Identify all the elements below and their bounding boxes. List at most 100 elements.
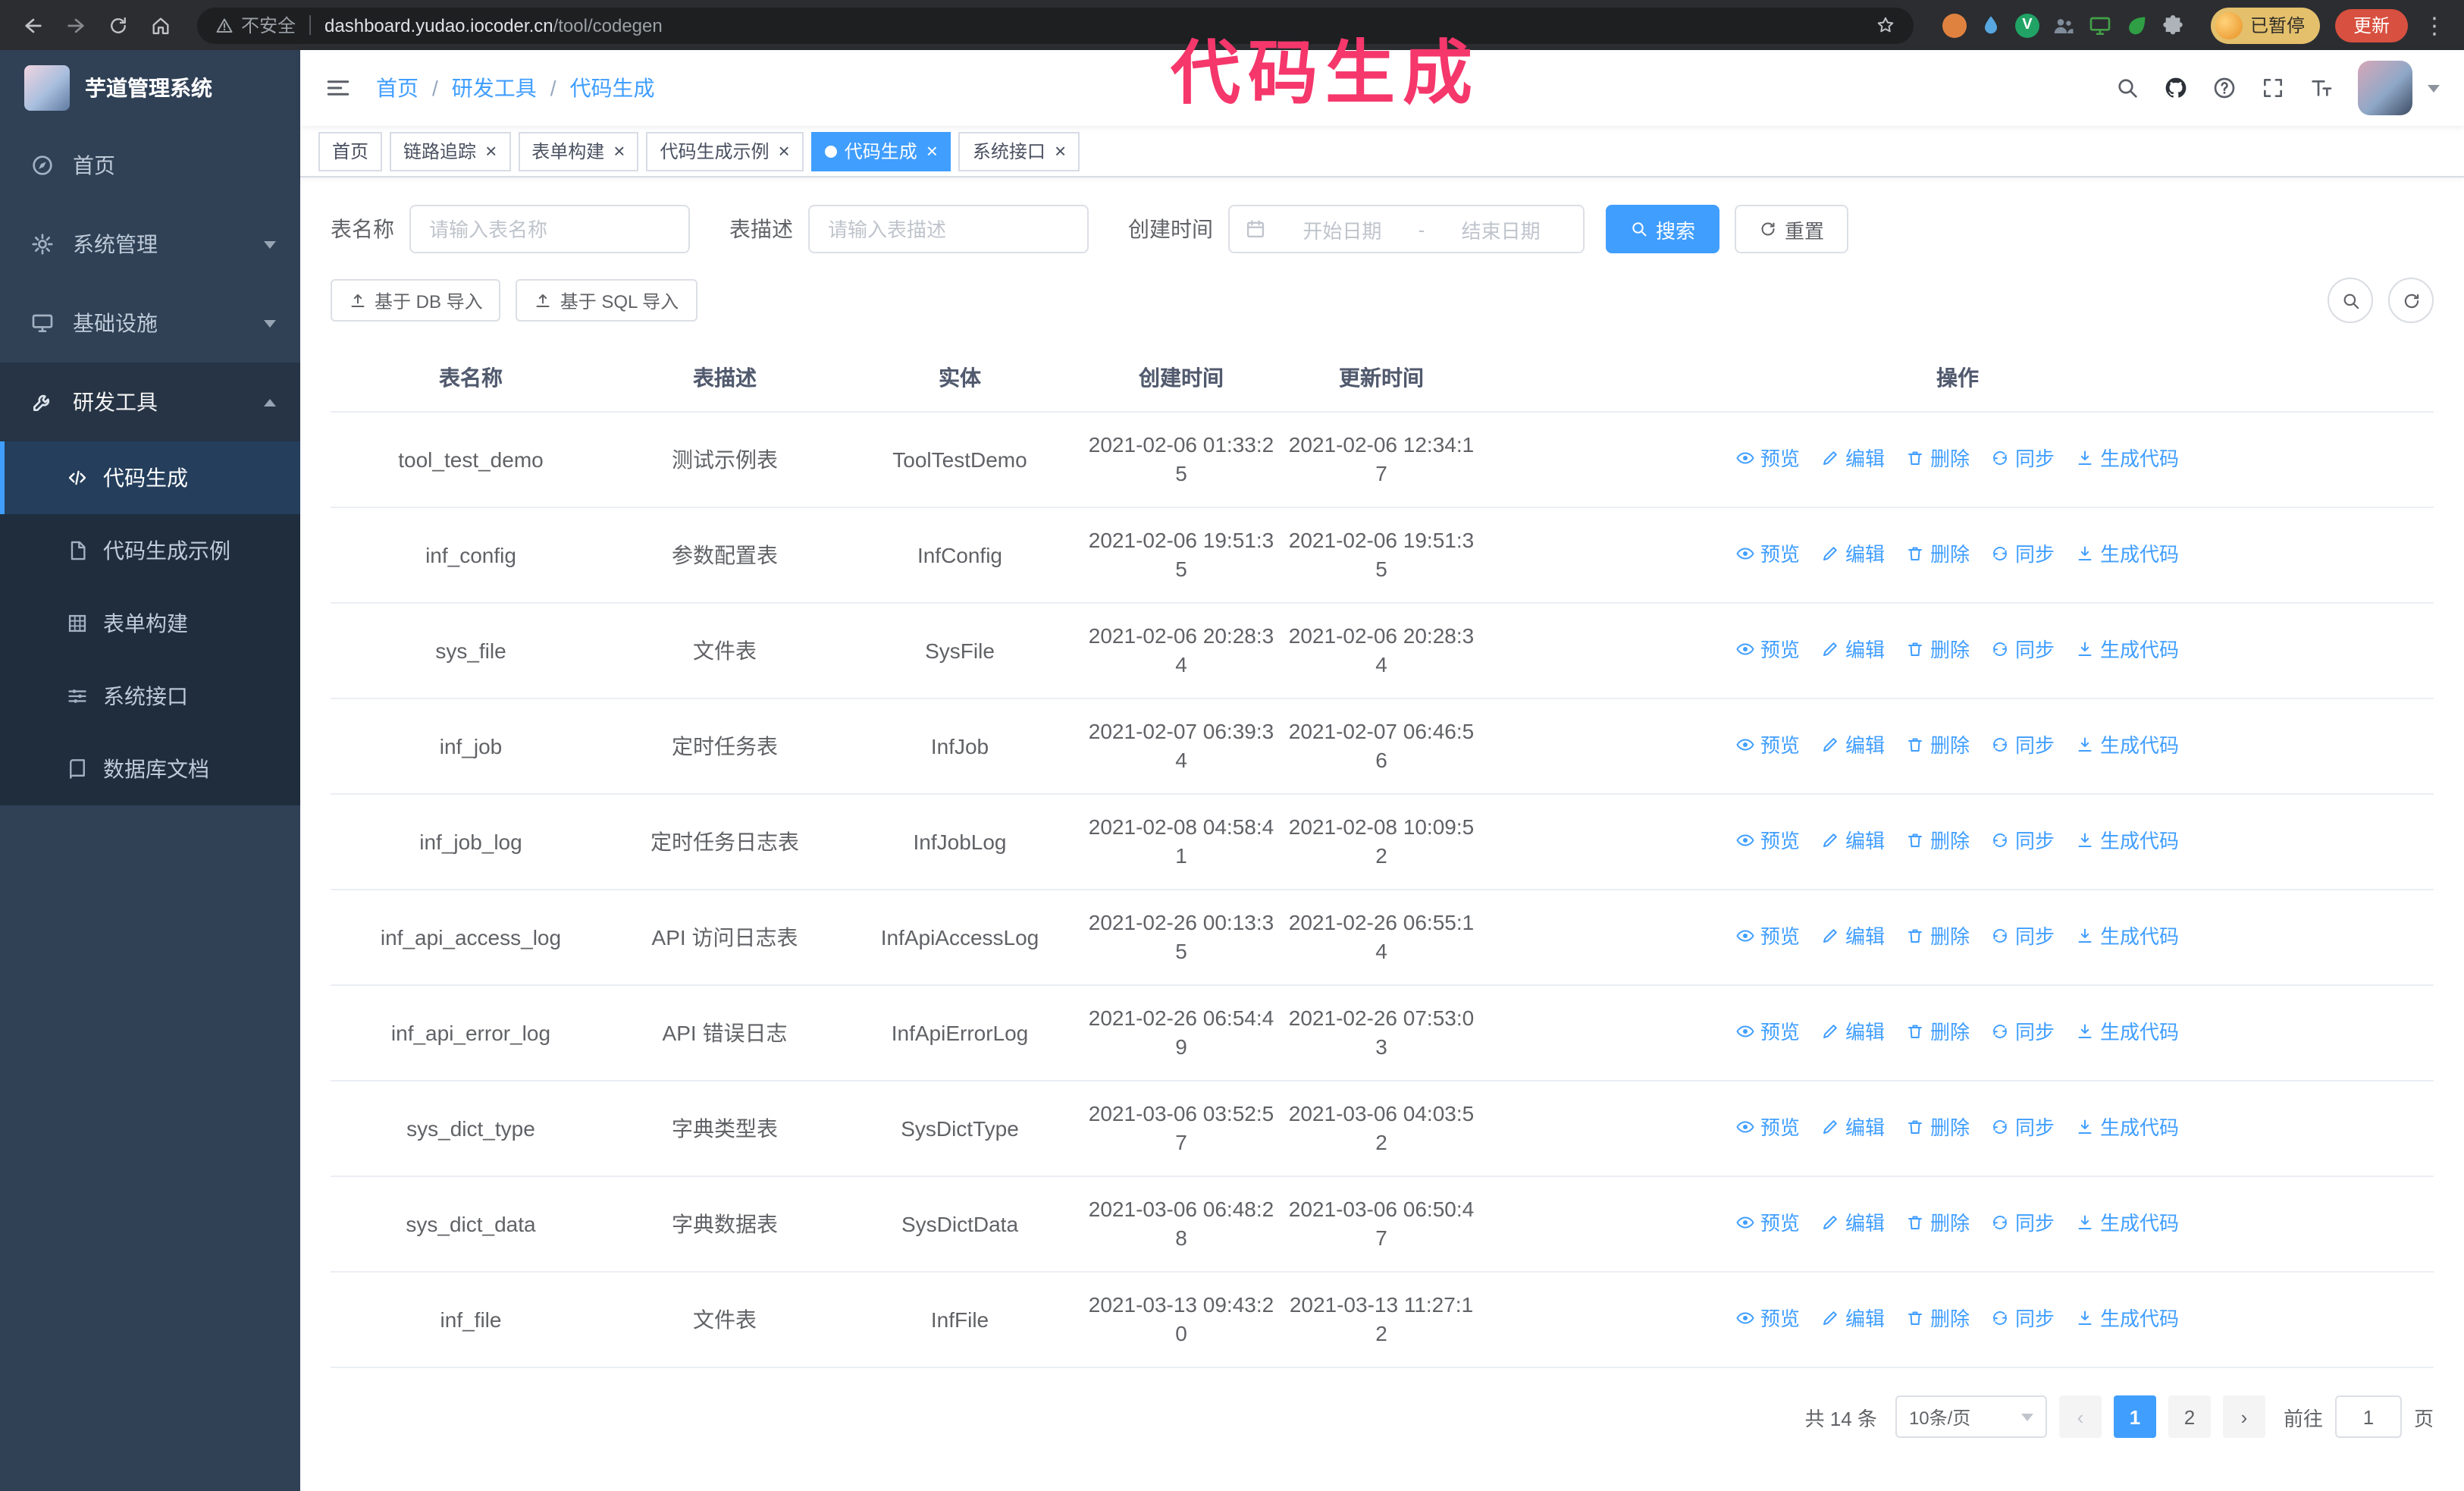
sidebar-item-codegen[interactable]: 代码生成 — [0, 441, 300, 514]
row-action-delete[interactable]: 删除 — [1906, 444, 1970, 473]
tab-form-builder[interactable]: 表单构建 × — [518, 131, 639, 171]
row-action-sync[interactable]: 同步 — [1991, 827, 2055, 855]
extension-leaf-icon[interactable] — [2120, 8, 2153, 42]
extension-drop-icon[interactable] — [1974, 8, 2008, 42]
row-action-delete[interactable]: 删除 — [1906, 1018, 1970, 1047]
row-action-generate[interactable]: 生成代码 — [2076, 922, 2179, 951]
browser-update-button[interactable]: 更新 — [2334, 8, 2408, 42]
row-action-preview[interactable]: 预览 — [1736, 540, 1800, 569]
profile-paused-chip[interactable]: 已暂停 — [2210, 7, 2320, 43]
row-action-delete[interactable]: 删除 — [1906, 1113, 1970, 1142]
tab-close-icon[interactable]: × — [779, 141, 790, 161]
row-action-generate[interactable]: 生成代码 — [2076, 1113, 2179, 1142]
breadcrumb-item[interactable]: 代码生成 — [570, 73, 655, 103]
browser-forward-button[interactable] — [58, 7, 94, 43]
row-action-edit[interactable]: 编辑 — [1821, 827, 1885, 855]
create-time-range-picker[interactable]: 开始日期 - 结束日期 — [1228, 205, 1585, 253]
row-action-preview[interactable]: 预览 — [1736, 1304, 1800, 1333]
row-action-generate[interactable]: 生成代码 — [2076, 827, 2179, 855]
page-size-select[interactable]: 10条/页 — [1895, 1395, 2047, 1438]
row-action-generate[interactable]: 生成代码 — [2076, 444, 2179, 473]
fullscreen-icon[interactable] — [2261, 76, 2285, 100]
row-action-delete[interactable]: 删除 — [1906, 636, 1970, 664]
sidebar-item-form-builder[interactable]: 表单构建 — [0, 587, 300, 660]
row-action-sync[interactable]: 同步 — [1991, 444, 2055, 473]
table-name-input[interactable] — [409, 205, 690, 253]
row-action-delete[interactable]: 删除 — [1906, 731, 1970, 760]
sidebar-item-home[interactable]: 首页 — [0, 126, 300, 205]
row-action-delete[interactable]: 删除 — [1906, 540, 1970, 569]
row-action-preview[interactable]: 预览 — [1736, 827, 1800, 855]
row-action-sync[interactable]: 同步 — [1991, 1209, 2055, 1238]
next-page-button[interactable]: › — [2222, 1395, 2265, 1438]
sidebar-item-devtools[interactable]: 研发工具 — [0, 363, 300, 441]
refresh-table-button[interactable] — [2388, 278, 2434, 323]
goto-page-input[interactable] — [2334, 1395, 2402, 1438]
tab-close-icon[interactable]: × — [485, 141, 497, 161]
row-action-sync[interactable]: 同步 — [1991, 1018, 2055, 1047]
row-action-edit[interactable]: 编辑 — [1821, 1209, 1885, 1238]
sidebar-item-api[interactable]: 系统接口 — [0, 660, 300, 733]
tab-api[interactable]: 系统接口 × — [958, 131, 1080, 171]
address-bar[interactable]: 不安全 dashboard.yudao.iocoder.cn /tool/cod… — [197, 7, 1914, 43]
font-size-icon[interactable] — [2309, 76, 2334, 100]
row-action-edit[interactable]: 编辑 — [1821, 1304, 1885, 1333]
tab-home[interactable]: 首页 — [318, 131, 383, 171]
row-action-preview[interactable]: 预览 — [1736, 636, 1800, 664]
browser-back-button[interactable] — [15, 7, 52, 43]
prev-page-button[interactable]: ‹ — [2058, 1395, 2102, 1438]
extension-puzzle-icon[interactable] — [2156, 8, 2190, 42]
hamburger-icon[interactable] — [324, 74, 352, 102]
row-action-generate[interactable]: 生成代码 — [2076, 731, 2179, 760]
extension-screen-icon[interactable] — [2083, 8, 2117, 42]
page-button-1[interactable]: 1 — [2113, 1395, 2156, 1438]
extension-fox-icon[interactable] — [1938, 8, 1971, 42]
tab-close-icon[interactable]: × — [926, 141, 938, 161]
extension-v-icon[interactable]: V — [2011, 8, 2044, 42]
row-action-edit[interactable]: 编辑 — [1821, 1113, 1885, 1142]
breadcrumb-item[interactable]: 研发工具 — [452, 73, 537, 103]
import-db-button[interactable]: 基于 DB 导入 — [331, 279, 501, 322]
row-action-sync[interactable]: 同步 — [1991, 1304, 2055, 1333]
tab-close-icon[interactable]: × — [1055, 141, 1066, 161]
row-action-sync[interactable]: 同步 — [1991, 1113, 2055, 1142]
sidebar-item-db-doc[interactable]: 数据库文档 — [0, 733, 300, 805]
row-action-sync[interactable]: 同步 — [1991, 922, 2055, 951]
row-action-generate[interactable]: 生成代码 — [2076, 540, 2179, 569]
row-action-generate[interactable]: 生成代码 — [2076, 1018, 2179, 1047]
row-action-delete[interactable]: 删除 — [1906, 827, 1970, 855]
toggle-search-button[interactable] — [2328, 278, 2373, 323]
avatar-caret-icon[interactable] — [2428, 84, 2440, 92]
table-desc-input[interactable] — [808, 205, 1089, 253]
search-button[interactable]: 搜索 — [1606, 205, 1720, 253]
row-action-edit[interactable]: 编辑 — [1821, 540, 1885, 569]
tab-codegen[interactable]: 代码生成 × — [810, 131, 951, 171]
browser-reload-button[interactable] — [100, 7, 136, 43]
bookmark-star-icon[interactable] — [1876, 15, 1895, 35]
row-action-edit[interactable]: 编辑 — [1821, 731, 1885, 760]
row-action-sync[interactable]: 同步 — [1991, 636, 2055, 664]
tab-tracer[interactable]: 链路追踪 × — [390, 131, 511, 171]
row-action-preview[interactable]: 预览 — [1736, 444, 1800, 473]
browser-home-button[interactable] — [143, 7, 179, 43]
row-action-edit[interactable]: 编辑 — [1821, 922, 1885, 951]
row-action-preview[interactable]: 预览 — [1736, 1113, 1800, 1142]
row-action-generate[interactable]: 生成代码 — [2076, 1209, 2179, 1238]
row-action-sync[interactable]: 同步 — [1991, 540, 2055, 569]
sidebar-item-system[interactable]: 系统管理 — [0, 205, 300, 284]
import-sql-button[interactable]: 基于 SQL 导入 — [516, 279, 698, 322]
row-action-delete[interactable]: 删除 — [1906, 922, 1970, 951]
row-action-edit[interactable]: 编辑 — [1821, 1018, 1885, 1047]
help-icon[interactable] — [2212, 76, 2237, 100]
browser-menu-icon[interactable]: ⋮ — [2423, 11, 2446, 39]
row-action-sync[interactable]: 同步 — [1991, 731, 2055, 760]
row-action-generate[interactable]: 生成代码 — [2076, 1304, 2179, 1333]
row-action-delete[interactable]: 删除 — [1906, 1304, 1970, 1333]
tab-close-icon[interactable]: × — [613, 141, 625, 161]
breadcrumb-item[interactable]: 首页 — [376, 73, 419, 103]
sidebar-item-codegen-example[interactable]: 代码生成示例 — [0, 514, 300, 587]
sidebar-item-infra[interactable]: 基础设施 — [0, 284, 300, 363]
row-action-preview[interactable]: 预览 — [1736, 1018, 1800, 1047]
reset-button[interactable]: 重置 — [1735, 205, 1849, 253]
row-action-generate[interactable]: 生成代码 — [2076, 636, 2179, 664]
